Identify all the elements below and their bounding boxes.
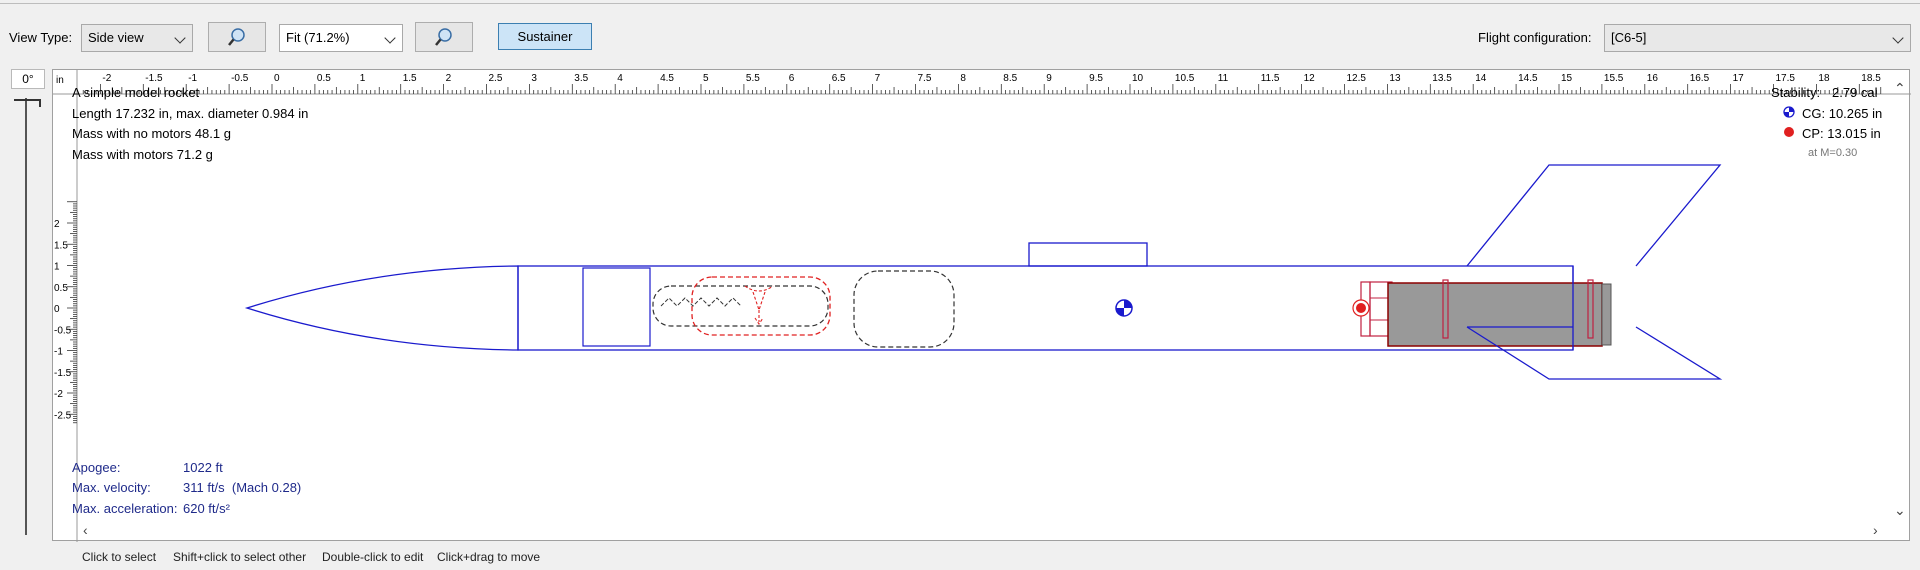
mass-with-motors: Mass with motors 71.2 g	[72, 147, 213, 162]
motor-c6-5[interactable]	[1387, 282, 1603, 347]
mass-no-motors: Mass with no motors 48.1 g	[72, 126, 231, 141]
scroll-right-icon[interactable]: ›	[1873, 522, 1878, 538]
window-top-border	[0, 0, 1920, 4]
chevron-down-icon	[384, 32, 396, 44]
chevron-down-icon	[1892, 32, 1904, 44]
motor-nozzle	[1601, 283, 1612, 346]
rocket-length: Length 17.232 in, max. diameter 0.984 in	[72, 106, 309, 121]
apogee-value: 1022 ft	[183, 460, 223, 475]
rotation-slider-track[interactable]	[25, 98, 27, 535]
recovery-wadding[interactable]	[853, 270, 955, 348]
shock-cord[interactable]	[652, 285, 829, 327]
sustainer-stage-button[interactable]: Sustainer	[498, 23, 592, 50]
flight-config-select[interactable]: [C6-5]	[1604, 24, 1911, 52]
rocket-drawing	[244, 164, 1723, 380]
rocket-name: A simple model rocket	[72, 85, 200, 100]
apogee-label: Apogee:	[72, 460, 121, 475]
view-type-value: Side view	[88, 30, 144, 45]
cg-marker	[1115, 299, 1133, 317]
scroll-down-icon[interactable]: ⌄	[1894, 502, 1906, 519]
max-acceleration-label: Max. acceleration:	[72, 501, 178, 516]
zoom-out-button[interactable]	[208, 22, 266, 52]
max-acceleration-value: 620 ft/s²	[183, 501, 230, 516]
scroll-up-icon[interactable]: ⌃	[1894, 80, 1906, 97]
stability-value: 2.79 cal	[1832, 85, 1878, 100]
view-type-label: View Type:	[9, 30, 73, 45]
cp-marker	[1352, 299, 1370, 317]
cg-value: CG: 10.265 in	[1802, 106, 1883, 121]
chevron-down-icon	[174, 32, 186, 44]
cg-legend-icon	[1783, 106, 1795, 118]
zoom-in-icon	[435, 28, 452, 46]
launch-lug[interactable]	[1028, 242, 1148, 267]
zoom-out-icon	[228, 28, 245, 46]
flight-config-value: [C6-5]	[1611, 30, 1647, 45]
zoom-select[interactable]: Fit (71.2%)	[279, 24, 403, 52]
max-velocity-label: Max. velocity:	[72, 480, 151, 495]
zoom-in-button[interactable]	[415, 22, 473, 52]
hint-select-other: Shift+click to select other	[173, 550, 307, 564]
max-velocity-value: 311 ft/s (Mach 0.28)	[183, 480, 302, 495]
nose-shoulder[interactable]	[582, 267, 651, 347]
rotation-slider-handle[interactable]	[14, 99, 41, 107]
stability-label: Stability:	[1771, 85, 1821, 100]
cp-legend-icon	[1784, 127, 1794, 137]
shock-cord-coil	[660, 297, 742, 307]
scroll-left-icon[interactable]: ‹	[83, 522, 88, 538]
cp-value: CP: 13.015 in	[1802, 126, 1881, 141]
rotation-angle-field[interactable]: 0°	[11, 69, 45, 89]
flight-config-label: Flight configuration:	[1478, 30, 1592, 45]
zoom-value: Fit (71.2%)	[286, 30, 350, 45]
hint-edit: Double-click to edit	[322, 550, 424, 564]
mach-value: at M=0.30	[1808, 147, 1858, 159]
hint-move: Click+drag to move	[437, 550, 541, 564]
hint-select: Click to select	[82, 550, 157, 564]
parachute-symbol	[744, 285, 774, 325]
fin-top[interactable]	[1466, 164, 1722, 267]
rocket-figure-canvas[interactable]: in -2 -1.5 -1 -0.5 0 0.5 1 1.5 2 2.5 3 3.5 4 4.5 5 5.5 6…	[52, 69, 1911, 542]
view-type-select[interactable]: Side view	[81, 24, 193, 52]
nose-cone[interactable]	[244, 265, 519, 351]
